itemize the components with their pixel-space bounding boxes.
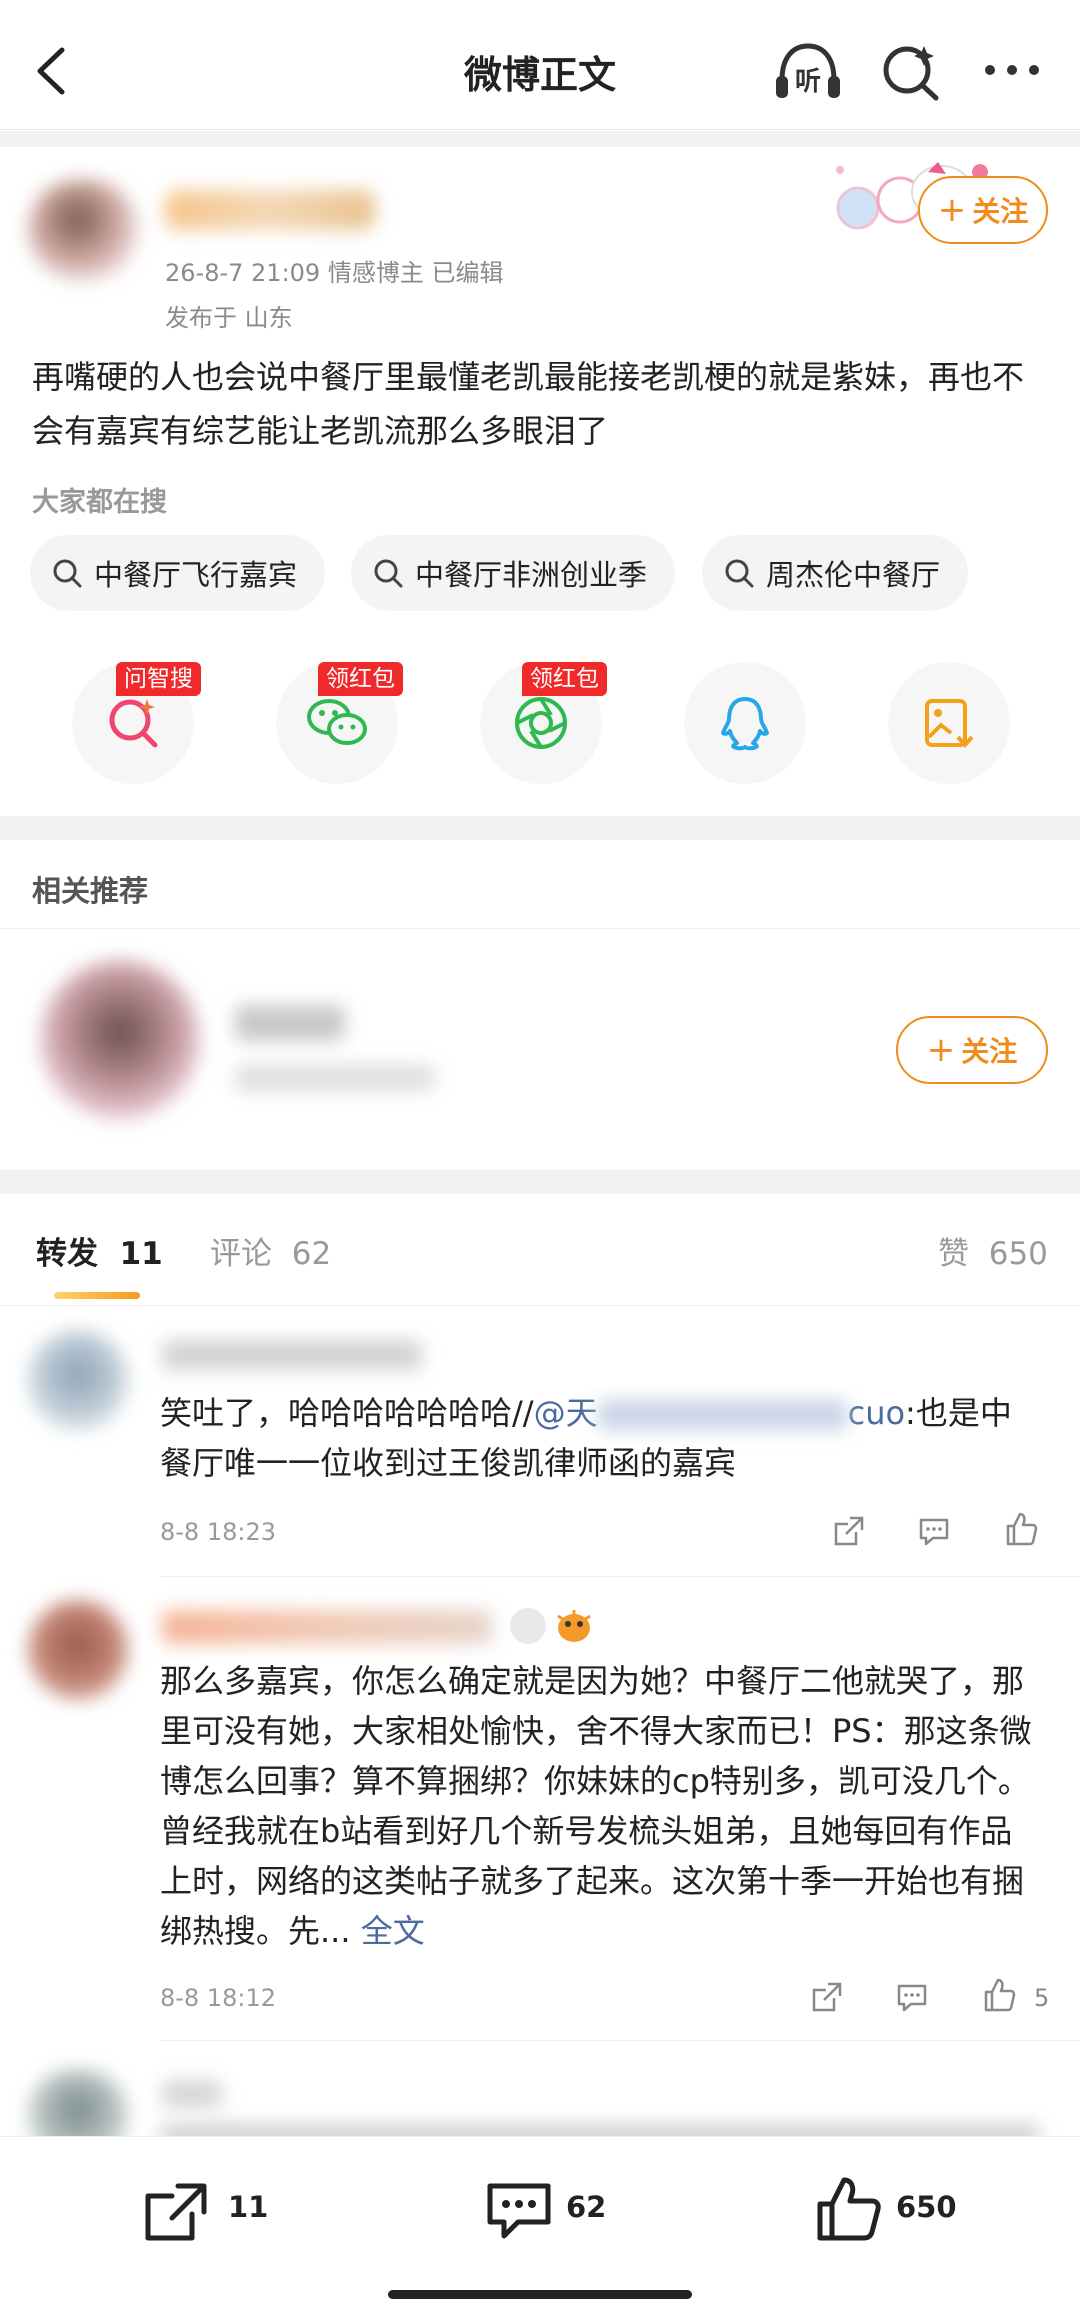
wechat-icon	[307, 699, 367, 745]
username[interactable]	[162, 2080, 222, 2108]
divider	[160, 1576, 1080, 1577]
search-chip[interactable]: 中餐厅飞行嘉宾	[30, 535, 326, 611]
moments-icon	[515, 697, 567, 749]
tag-badge: 领红包	[318, 662, 403, 696]
username[interactable]	[162, 1340, 422, 1370]
divider	[0, 131, 1080, 147]
repost-time: 8-8 18:12	[160, 1984, 276, 2012]
tag-badge: 问智搜	[116, 662, 201, 696]
tab-comment[interactable]: 评论 62	[210, 1228, 331, 1273]
like-icon[interactable]	[1002, 1510, 1040, 1548]
bottom-comment-count[interactable]: 62	[566, 2190, 606, 2224]
plus-icon: +	[926, 1030, 956, 1070]
listen-icon[interactable]: 听	[772, 40, 844, 102]
search-chip[interactable]: 中餐厅非洲创业季	[351, 535, 676, 611]
svg-text:听: 听	[795, 67, 821, 97]
save-image-button[interactable]	[888, 662, 1010, 784]
bottom-repost-count[interactable]: 11	[228, 2190, 268, 2224]
share-qq-button[interactable]	[684, 662, 806, 784]
search-icon	[374, 559, 403, 588]
comment-icon[interactable]	[893, 1978, 931, 2016]
post-meta: 26-8-7 21:09 情感博主 已编辑	[165, 259, 504, 287]
search-icon	[725, 559, 754, 588]
ai-search-icon	[109, 699, 158, 748]
username[interactable]	[162, 1610, 492, 1644]
repost-icon[interactable]	[142, 2180, 212, 2244]
like-icon[interactable]	[814, 2174, 884, 2244]
username[interactable]	[165, 190, 375, 230]
post-location: 发布于 山东	[165, 304, 293, 332]
bottom-like-count[interactable]: 650	[896, 2190, 957, 2224]
related-avatar[interactable]	[40, 960, 200, 1120]
full-text-link[interactable]: 全文	[361, 1912, 425, 1950]
comment-icon[interactable]	[915, 1512, 953, 1550]
mention-blurred	[597, 1400, 848, 1430]
plus-icon: +	[937, 190, 967, 230]
badge-icon	[510, 1608, 546, 1644]
tag-badge: 领红包	[522, 662, 607, 696]
search-icon[interactable]	[880, 42, 942, 102]
tab-like[interactable]: 赞 650	[938, 1228, 1048, 1273]
qq-icon	[721, 697, 769, 751]
more-icon[interactable]	[982, 62, 1042, 78]
related-username[interactable]	[235, 1005, 345, 1041]
search-icon	[53, 559, 82, 588]
comment-icon[interactable]	[484, 2178, 554, 2244]
related-follow-button[interactable]: + 关注	[896, 1016, 1048, 1084]
follow-button[interactable]: + 关注	[918, 176, 1048, 244]
divider	[0, 816, 1080, 840]
search-chip[interactable]: 周杰伦中餐厅	[702, 535, 969, 611]
repost-text: 笑吐了，哈哈哈哈哈哈哈//@天 cuo:也是中餐厅唯一一位收到过王俊凯律师函的嘉宾	[160, 1394, 1012, 1482]
repost-time: 8-8 18:23	[160, 1518, 276, 1546]
tab-indicator	[54, 1292, 140, 1299]
home-indicator	[388, 2290, 692, 2299]
like-count: 5	[1034, 1984, 1050, 2012]
avatar[interactable]	[28, 180, 138, 280]
share-icon[interactable]	[830, 1512, 868, 1550]
divider	[0, 1170, 1080, 1194]
divider	[0, 928, 1080, 929]
divider	[0, 1305, 1080, 1306]
like-icon[interactable]	[980, 1976, 1018, 2014]
share-icon[interactable]	[808, 1978, 846, 2016]
repost-text: 那么多嘉宾，你怎么确定就是因为她？中餐厅二他就哭了，那里可没有她，大家相处愉快，…	[160, 1662, 1032, 1950]
nav-bar: 微博正文 听	[0, 0, 1080, 130]
mention-link[interactable]: @天	[534, 1394, 598, 1432]
save-image-icon	[925, 699, 974, 749]
post-text: 再嘴硬的人也会说中餐厅里最懂老凯最能接老凯梗的就是紫妹，再也不会有嘉宾有综艺能让…	[32, 358, 1025, 450]
divider	[160, 2040, 1080, 2041]
tab-repost[interactable]: 转发 11	[36, 1228, 163, 1273]
search-heading: 大家都在搜	[32, 487, 167, 518]
avatar[interactable]	[28, 1600, 128, 1700]
avatar[interactable]	[28, 1330, 128, 1430]
pufferfish-badge-icon	[557, 1610, 591, 1642]
related-description	[235, 1065, 435, 1091]
related-heading: 相关推荐	[32, 874, 149, 908]
